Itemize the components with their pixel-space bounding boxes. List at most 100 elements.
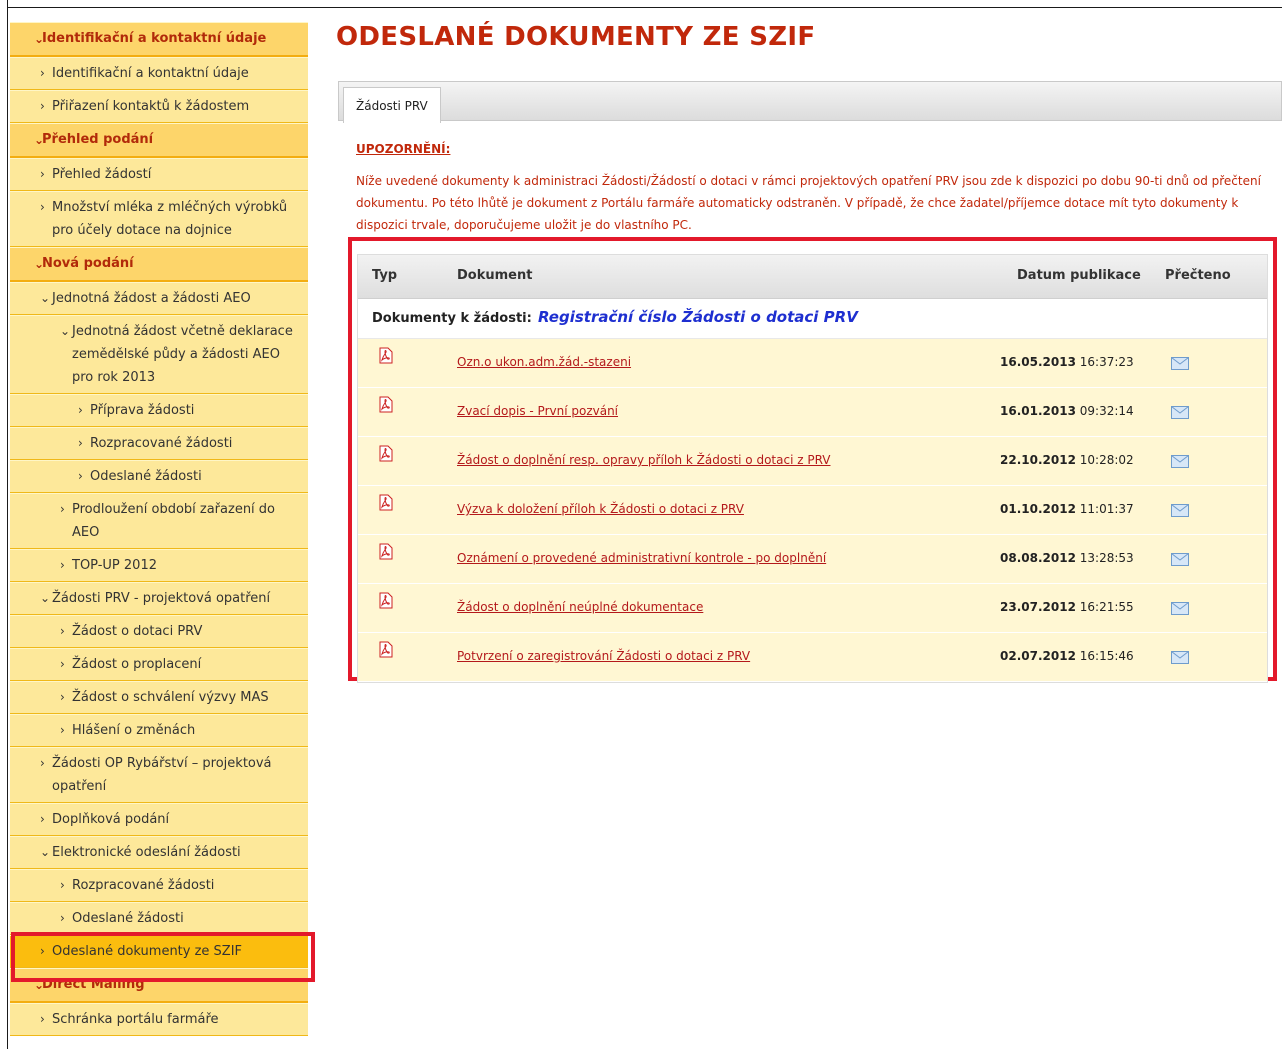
publication-date: 23.07.2012 16:21:55 xyxy=(1000,600,1134,614)
sidebar-section-new-submissions[interactable]: ⌄ Nová podání xyxy=(10,247,308,282)
chevron-right-icon: › xyxy=(40,167,45,181)
table-header: Typ Dokument Datum publikace Přečteno xyxy=(358,255,1267,299)
sidebar-item-electronic-sent[interactable]: › Odeslané žádosti xyxy=(10,902,308,935)
chevron-down-icon: ⌄ xyxy=(40,591,51,605)
publication-date: 22.10.2012 10:28:02 xyxy=(1000,453,1134,467)
sidebar-item-op-fishery[interactable]: › Žádosti OP Rybářství – projektová opatř… xyxy=(10,747,308,803)
envelope-icon[interactable] xyxy=(1171,651,1189,664)
sidebar-item-label: Rozpracované žádosti xyxy=(90,436,233,451)
sidebar-item-label: Žádost o proplacení xyxy=(72,657,202,672)
envelope-icon[interactable] xyxy=(1171,406,1189,419)
sidebar-section-overview[interactable]: ⌄ Přehled podání xyxy=(10,123,308,158)
chevron-right-icon: › xyxy=(60,878,65,892)
date-value: 16.01.2013 xyxy=(1000,404,1076,418)
document-link[interactable]: Žádost o doplnění neúplné dokumentace xyxy=(457,600,703,614)
sidebar-section-label: Nová podání xyxy=(42,256,134,271)
document-link[interactable]: Oznámení o provedené administrativní kon… xyxy=(457,551,826,565)
sidebar-item-preparation[interactable]: › Příprava žádosti xyxy=(10,394,308,427)
sidebar-item-electronic-send[interactable]: ⌄ Elektronické odeslání žádosti xyxy=(10,836,308,869)
chevron-right-icon: › xyxy=(40,1012,45,1026)
sidebar-item-label: Příprava žádosti xyxy=(90,403,195,418)
pdf-icon[interactable] xyxy=(378,543,393,560)
sidebar-item-single-request-2013[interactable]: ⌄ Jednotná žádost včetně deklarace zemědě… xyxy=(10,315,308,394)
envelope-icon[interactable] xyxy=(1171,504,1189,517)
date-value: 08.08.2012 xyxy=(1000,551,1076,565)
document-link[interactable]: Zvací dopis - První pozvání xyxy=(457,404,618,418)
sidebar-item-mailbox[interactable]: › Schránka portálu farmáře xyxy=(10,1003,308,1036)
sidebar-item-aeo-extension[interactable]: › Prodloužení období zařazení do AEO xyxy=(10,493,308,549)
sidebar-item-change-reports[interactable]: › Hlášení o změnách xyxy=(10,714,308,747)
sidebar-highlight-box xyxy=(11,932,315,982)
document-link[interactable]: Potvrzení o zaregistrování Žádosti o dot… xyxy=(457,649,750,663)
sidebar-section-identification[interactable]: ⌄ Identifikační a kontaktní údaje xyxy=(10,22,308,57)
sidebar-item-payment[interactable]: › Žádost o proplacení xyxy=(10,648,308,681)
envelope-icon[interactable] xyxy=(1171,602,1189,615)
tab-prv-requests[interactable]: Žádosti PRV xyxy=(343,87,441,123)
chevron-right-icon: › xyxy=(60,657,65,671)
pdf-icon[interactable] xyxy=(378,445,393,462)
time-value: 13:28:53 xyxy=(1079,551,1134,565)
pdf-icon[interactable] xyxy=(378,494,393,511)
sidebar-item-requests-overview[interactable]: › Přehled žádostí xyxy=(10,158,308,191)
window-left-border xyxy=(0,0,8,1049)
sidebar-item-label: Identifikační a kontaktní údaje xyxy=(52,66,249,81)
sidebar-item-label: Prodloužení období zařazení do AEO xyxy=(72,502,276,540)
time-value: 10:28:02 xyxy=(1079,453,1134,467)
sidebar-item-sent[interactable]: › Odeslané žádosti xyxy=(10,460,308,493)
sidebar-item-label: Hlášení o změnách xyxy=(72,723,196,738)
sidebar-item-top-up[interactable]: › TOP-UP 2012 xyxy=(10,549,308,582)
sidebar-item-identification[interactable]: › Identifikační a kontaktní údaje xyxy=(10,57,308,90)
pdf-icon[interactable] xyxy=(378,641,393,658)
sidebar-item-label: Žádost o dotaci PRV xyxy=(72,624,203,639)
envelope-icon[interactable] xyxy=(1171,553,1189,566)
chevron-down-icon: ⌄ xyxy=(40,291,51,305)
pdf-icon[interactable] xyxy=(378,347,393,364)
sidebar-item-prv-grant[interactable]: › Žádost o dotaci PRV xyxy=(10,615,308,648)
header-read[interactable]: Přečteno xyxy=(1165,268,1231,283)
table-row: Žádost o doplnění neúplné dokumentace 23.… xyxy=(358,584,1267,633)
sidebar-item-label: TOP-UP 2012 xyxy=(72,558,157,573)
registration-number-link[interactable]: Registrační číslo Žádosti o dotaci PRV xyxy=(538,308,858,326)
table-row: Oznámení o provedené administrativní kon… xyxy=(358,535,1267,584)
pdf-icon[interactable] xyxy=(378,592,393,609)
date-value: 23.07.2012 xyxy=(1000,600,1076,614)
document-link[interactable]: Výzva k doložení příloh k Žádosti o dota… xyxy=(457,502,744,516)
table-row: Ozn.o ukon.adm.žád.-stazeni 16.05.2013 16… xyxy=(358,339,1267,388)
chevron-right-icon: › xyxy=(78,403,83,417)
chevron-down-icon: ⌄ xyxy=(34,32,45,46)
date-value: 22.10.2012 xyxy=(1000,453,1076,467)
sidebar-section-label: Přehled podání xyxy=(42,132,154,147)
sidebar-item-milk-quantity[interactable]: › Množství mléka z mléčných výrobků pro ú… xyxy=(10,191,308,247)
chevron-right-icon: › xyxy=(40,99,45,113)
document-link[interactable]: Žádost o doplnění resp. opravy příloh k … xyxy=(457,453,830,467)
table-row: Zvací dopis - První pozvání 16.01.2013 09… xyxy=(358,388,1267,437)
chevron-down-icon: ⌄ xyxy=(34,133,45,147)
header-type[interactable]: Typ xyxy=(372,268,397,283)
sidebar-item-label: Jednotná žádost včetně deklarace zeměděl… xyxy=(72,324,293,385)
time-value: 11:01:37 xyxy=(1079,502,1134,516)
chevron-down-icon: ⌄ xyxy=(60,324,71,338)
time-value: 16:21:55 xyxy=(1079,600,1134,614)
chevron-down-icon: ⌄ xyxy=(40,845,51,859)
table-row: Žádost o doplnění resp. opravy příloh k … xyxy=(358,437,1267,486)
sidebar-item-label: Žádosti OP Rybářství – projektová opatře… xyxy=(52,756,272,794)
sidebar-item-electronic-in-progress[interactable]: › Rozpracované žádosti xyxy=(10,869,308,902)
sidebar-item-additional[interactable]: › Doplňková podání xyxy=(10,803,308,836)
sidebar-item-in-progress[interactable]: › Rozpracované žádosti xyxy=(10,427,308,460)
pdf-icon[interactable] xyxy=(378,396,393,413)
sidebar-item-label: Odeslané žádosti xyxy=(90,469,202,484)
sidebar-item-single-request[interactable]: ⌄ Jednotná žádost a žádosti AEO xyxy=(10,282,308,315)
chevron-right-icon: › xyxy=(40,756,45,770)
envelope-icon[interactable] xyxy=(1171,357,1189,370)
sidebar-item-prv-requests[interactable]: ⌄ Žádosti PRV - projektová opatření xyxy=(10,582,308,615)
document-link[interactable]: Ozn.o ukon.adm.žád.-stazeni xyxy=(457,355,631,369)
sidebar-menu: ⌄ Identifikační a kontaktní údaje › Identi… xyxy=(10,22,308,1036)
sidebar-item-mas-approval[interactable]: › Žádost o schválení výzvy MAS xyxy=(10,681,308,714)
sidebar-item-label: Přiřazení kontaktů k žádostem xyxy=(52,99,250,114)
envelope-icon[interactable] xyxy=(1171,455,1189,468)
header-date[interactable]: Datum publikace xyxy=(1017,268,1141,283)
warning-text: Níže uvedené dokumenty k administraci Žá… xyxy=(356,174,1261,232)
chevron-right-icon: › xyxy=(60,558,65,572)
sidebar-item-contacts[interactable]: › Přiřazení kontaktů k žádostem xyxy=(10,90,308,123)
header-document[interactable]: Dokument xyxy=(457,268,532,283)
